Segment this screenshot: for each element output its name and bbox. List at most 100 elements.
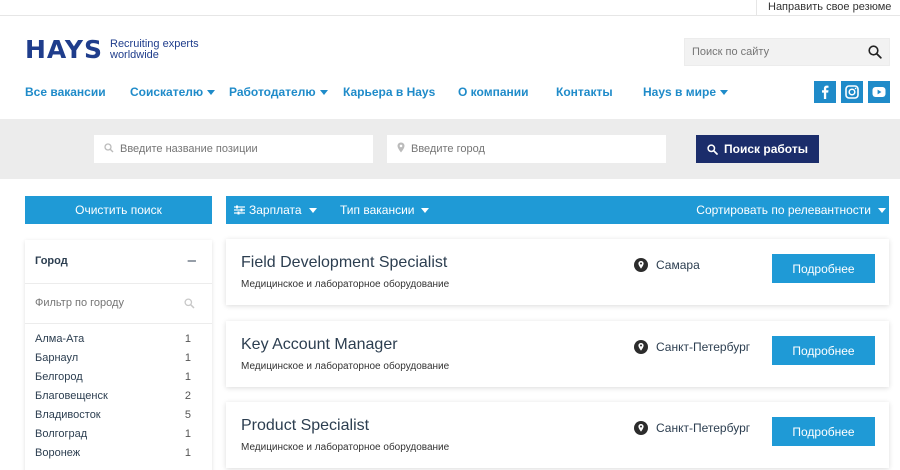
city-option[interactable]: Алма-Ата 1 <box>35 333 191 352</box>
nav-contacts[interactable]: Контакты <box>556 85 613 99</box>
city-count: 1 <box>184 352 191 364</box>
facebook-icon <box>822 85 829 99</box>
nav-label: Работодателю <box>229 85 316 99</box>
city-name: Владивосток <box>35 409 101 421</box>
job-type-label: Тип вакансии <box>340 203 415 217</box>
city-name: Алма-Ата <box>35 333 85 345</box>
job-sector: Медицинское и лабораторное оборудование <box>241 279 450 290</box>
job-location-text: Самара <box>656 258 700 272</box>
hays-logo[interactable]: HAYS Recruiting experts worldwide <box>25 37 199 63</box>
nav-career-at-hays[interactable]: Карьера в Hays <box>343 85 435 99</box>
find-jobs-label: Поиск работы <box>724 142 808 156</box>
youtube-button[interactable] <box>868 81 890 103</box>
top-divider-line <box>0 15 900 16</box>
city-option[interactable]: Владивосток 5 <box>35 409 191 428</box>
sliders-icon <box>234 205 245 215</box>
city-count: 2 <box>184 390 191 402</box>
city-count: 5 <box>184 409 191 421</box>
location-pin-icon <box>634 258 648 272</box>
location-pin-icon <box>634 421 648 435</box>
find-jobs-button[interactable]: Поиск работы <box>696 135 819 163</box>
results-toolbar: Зарплата Тип вакансии Сортировать по рел… <box>226 196 889 224</box>
city-option[interactable]: Барнаул 1 <box>35 352 191 371</box>
chevron-down-icon <box>720 89 728 95</box>
position-field <box>94 135 373 163</box>
city-field <box>387 135 666 163</box>
city-name: Воронеж <box>35 447 81 459</box>
city-option[interactable]: Воронеж 1 <box>35 447 191 466</box>
job-title[interactable]: Key Account Manager <box>241 336 398 354</box>
city-name: Волгоград <box>35 428 88 440</box>
clear-search-button[interactable]: Очистить поиск <box>25 196 212 224</box>
position-input[interactable] <box>114 143 354 155</box>
top-vertical-divider <box>756 0 757 16</box>
nav-about[interactable]: О компании <box>458 85 529 99</box>
city-name: Белгород <box>35 371 83 383</box>
chevron-down-icon <box>878 207 886 213</box>
job-card: Field Development Specialist Медицинское… <box>226 239 889 305</box>
collapse-toggle[interactable]: – <box>188 252 196 269</box>
details-button[interactable]: Подробнее <box>772 254 875 283</box>
job-location: Санкт-Петербург <box>634 340 750 354</box>
nav-hays-worldwide[interactable]: Hays в мире <box>643 85 728 99</box>
logo-tagline: Recruiting experts worldwide <box>110 39 199 61</box>
job-title[interactable]: Product Specialist <box>241 417 369 435</box>
chevron-down-icon <box>308 207 317 213</box>
site-search-input[interactable] <box>685 46 857 58</box>
nav-label: Hays в мире <box>643 85 716 99</box>
sort-label: Сортировать по релевантности <box>696 203 871 217</box>
location-pin-icon <box>397 140 405 158</box>
city-option[interactable]: Белгород 1 <box>35 371 191 390</box>
search-icon <box>184 296 195 314</box>
city-name: Благовещенск <box>35 390 108 402</box>
send-cv-link[interactable]: Направить свое резюме <box>768 1 891 13</box>
nav-label: Все вакансии <box>25 85 106 99</box>
search-icon <box>707 143 718 155</box>
instagram-button[interactable] <box>841 81 863 103</box>
facebook-button[interactable] <box>814 81 836 103</box>
nav-employers[interactable]: Работодателю <box>229 85 328 99</box>
nav-label: Карьера в Hays <box>343 85 436 99</box>
details-button[interactable]: Подробнее <box>772 336 875 365</box>
search-icon <box>104 140 114 158</box>
city-count: 1 <box>184 333 191 345</box>
sort-dropdown[interactable]: Сортировать по релевантности <box>696 196 886 224</box>
salary-filter-label: Зарплата <box>249 203 302 217</box>
chevron-down-icon <box>421 207 430 213</box>
nav-label: Соискателю <box>130 85 204 99</box>
city-count: 1 <box>184 447 191 459</box>
logo-wordmark: HAYS <box>25 35 103 64</box>
job-type-dropdown[interactable]: Тип вакансии <box>340 196 430 224</box>
youtube-icon <box>872 87 886 97</box>
location-pin-icon <box>634 340 648 354</box>
details-button[interactable]: Подробнее <box>772 417 875 446</box>
job-sector: Медицинское и лабораторное оборудование <box>241 361 450 372</box>
job-search-band: Поиск работы <box>0 119 900 179</box>
nav-all-vacancies[interactable]: Все вакансии <box>25 85 106 99</box>
filter-divider <box>25 283 212 284</box>
city-count: 1 <box>184 428 191 440</box>
nav-candidates[interactable]: Соискателю <box>130 85 216 99</box>
city-input[interactable] <box>405 143 645 155</box>
city-option[interactable]: Волгоград 1 <box>35 428 191 447</box>
job-location: Санкт-Петербург <box>634 421 750 435</box>
job-sector: Медицинское и лабораторное оборудование <box>241 442 450 453</box>
city-name: Барнаул <box>35 352 79 364</box>
salary-filter-dropdown[interactable]: Зарплата <box>234 196 317 224</box>
chevron-down-icon <box>319 89 328 95</box>
nav-label: Контакты <box>556 85 613 99</box>
job-card: Product Specialist Медицинское и лаборат… <box>226 402 889 468</box>
logo-tagline-line2: worldwide <box>110 49 159 61</box>
city-list: Алма-Ата 1 Барнаул 1 Белгород 1 Благовещенс… <box>35 333 191 466</box>
job-location: Самара <box>634 258 700 272</box>
top-strip: Направить свое резюме <box>0 0 900 16</box>
filter-title: Город <box>35 255 68 267</box>
city-filter-input[interactable] <box>35 295 195 311</box>
nav-label: О компании <box>458 85 529 99</box>
city-option[interactable]: Благовещенск 2 <box>35 390 191 409</box>
job-location-text: Санкт-Петербург <box>656 421 751 435</box>
chevron-down-icon <box>207 89 216 95</box>
job-card: Key Account Manager Медицинское и лабора… <box>226 321 889 387</box>
job-title[interactable]: Field Development Specialist <box>241 254 447 272</box>
search-icon[interactable] <box>868 45 882 64</box>
